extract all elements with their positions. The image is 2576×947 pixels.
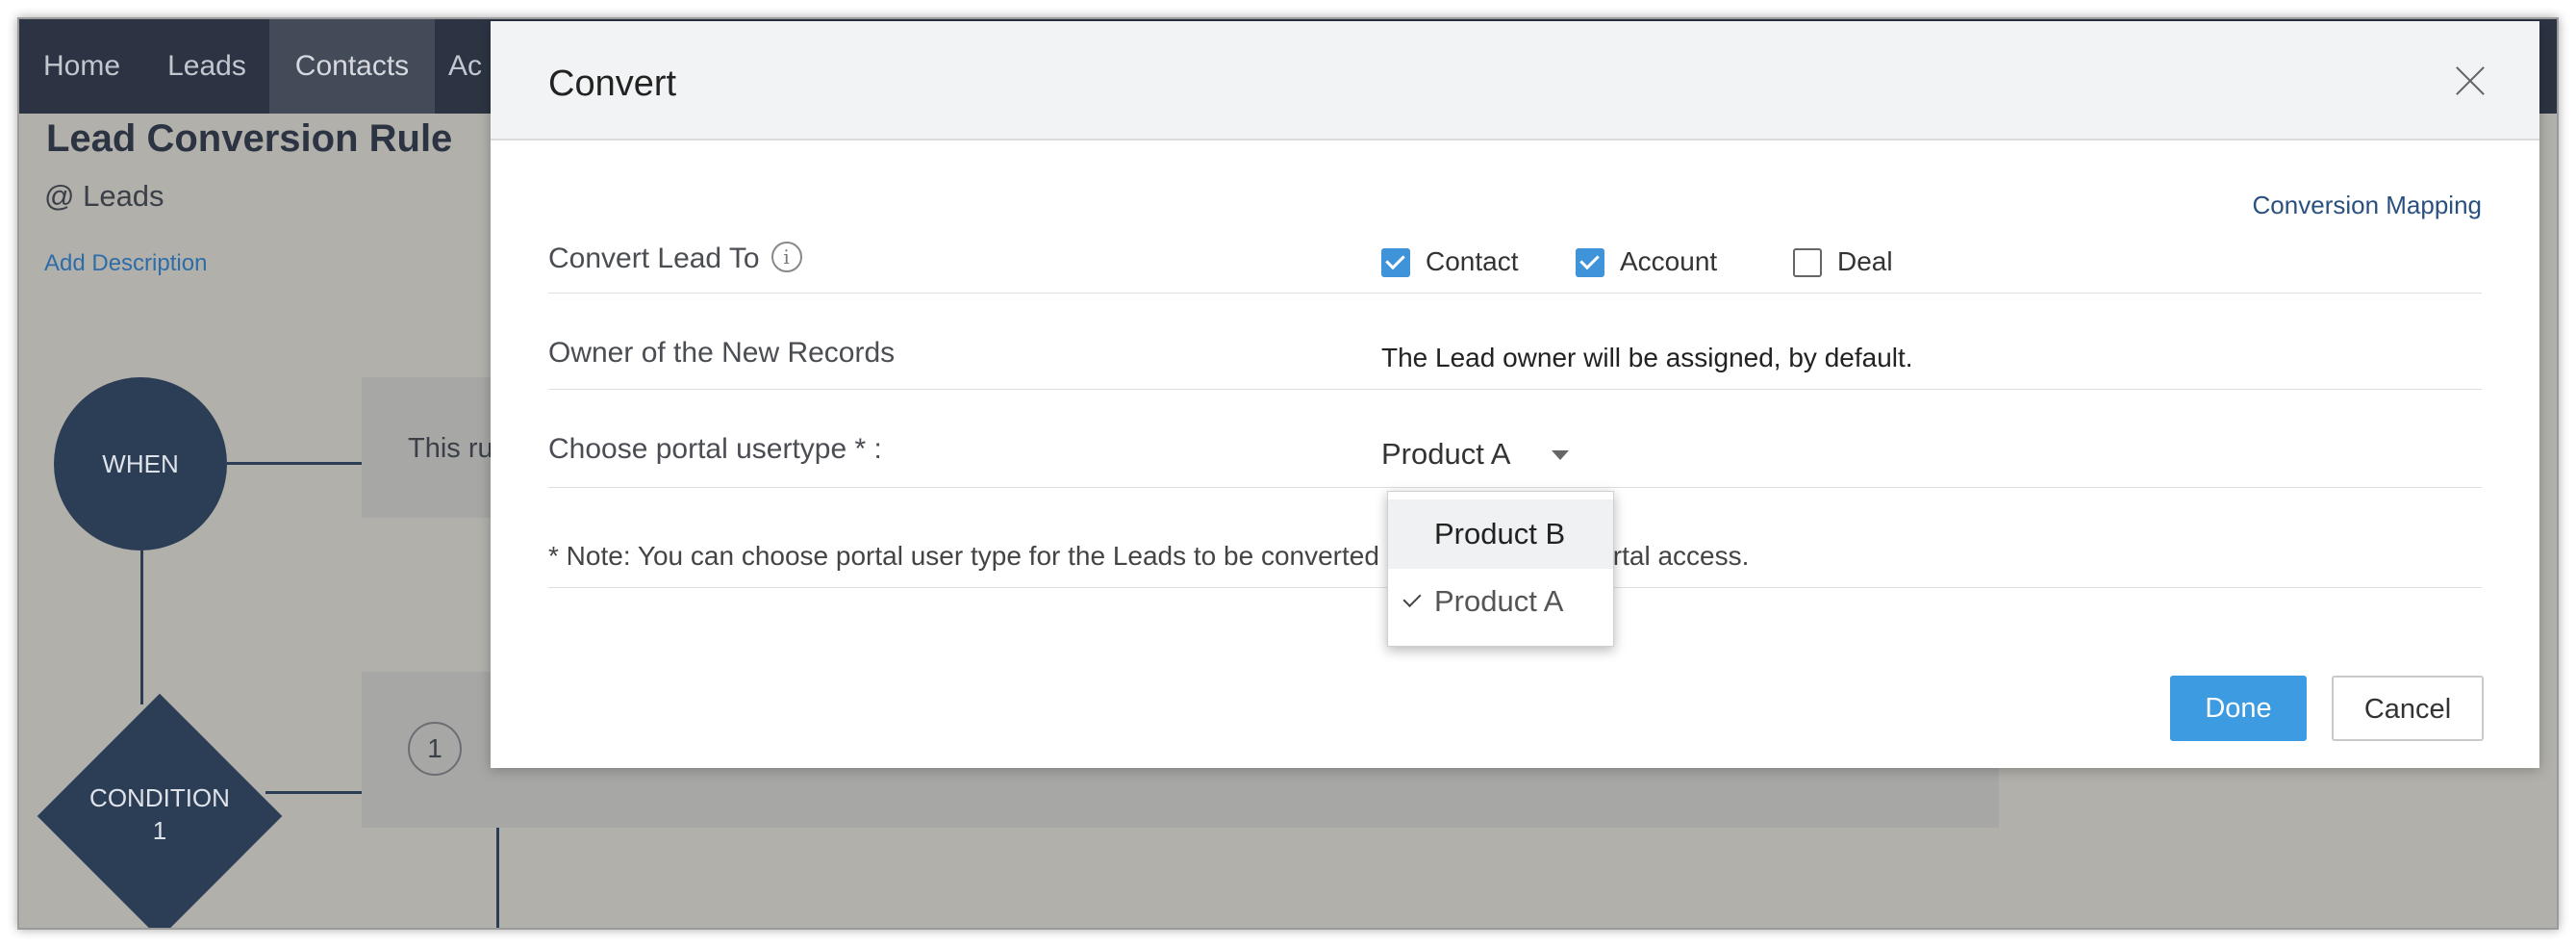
close-icon[interactable]: [2453, 64, 2488, 98]
portal-usertype-dropdown: Product B Product A: [1387, 491, 1614, 647]
convert-lead-to-label: Convert Lead To i: [548, 242, 802, 275]
row-divider: [548, 293, 2482, 294]
dropdown-option-product-a[interactable]: Product A: [1388, 567, 1613, 636]
deal-checkbox-label[interactable]: Deal: [1837, 246, 1893, 277]
contact-checkbox-label[interactable]: Contact: [1426, 246, 1519, 277]
page-title: Lead Conversion Rule: [46, 117, 453, 160]
nav-home[interactable]: Home: [19, 19, 144, 114]
cancel-button[interactable]: Cancel: [2332, 676, 2484, 741]
owner-value: The Lead owner will be assigned, by defa…: [1381, 343, 1913, 372]
condition-number: 1: [408, 722, 462, 776]
row-divider: [548, 389, 2482, 390]
owner-label: Owner of the New Records: [548, 337, 896, 369]
add-description-link[interactable]: Add Description: [44, 250, 207, 277]
account-checkbox[interactable]: [1576, 248, 1604, 277]
portal-usertype-label: Choose portal usertype * :: [548, 433, 882, 465]
row-divider: [548, 487, 2482, 488]
deal-checkbox[interactable]: [1793, 248, 1822, 277]
account-checkbox-label[interactable]: Account: [1620, 246, 1717, 277]
contact-checkbox[interactable]: [1381, 248, 1410, 277]
convert-dialog: Convert Conversion Mapping Convert Lead …: [491, 21, 2539, 768]
dialog-title: Convert: [548, 64, 677, 104]
connector-line: [140, 550, 143, 704]
connector-line: [496, 828, 499, 928]
app-window: Home Leads Contacts Ac Lead Conversion R…: [17, 17, 2559, 930]
when-node: WHEN: [54, 377, 227, 550]
portal-usertype-select[interactable]: Product A: [1381, 437, 1510, 472]
check-icon: [1402, 588, 1422, 608]
chevron-down-icon[interactable]: [1552, 450, 1569, 460]
nav-contacts[interactable]: Contacts: [269, 19, 435, 114]
nav-leads[interactable]: Leads: [144, 19, 269, 114]
condition-node: CONDITION 1: [37, 693, 283, 928]
conversion-mapping-link[interactable]: Conversion Mapping: [2253, 191, 2482, 220]
connector-line: [227, 462, 381, 465]
done-button[interactable]: Done: [2170, 676, 2307, 741]
module-label: @ Leads: [44, 179, 164, 213]
info-icon[interactable]: i: [770, 242, 802, 273]
dropdown-option-product-b[interactable]: Product B: [1388, 499, 1613, 569]
rule-text: This ru: [408, 433, 493, 464]
dialog-header: Convert: [491, 21, 2539, 141]
condition-label: CONDITION 1: [89, 783, 230, 845]
